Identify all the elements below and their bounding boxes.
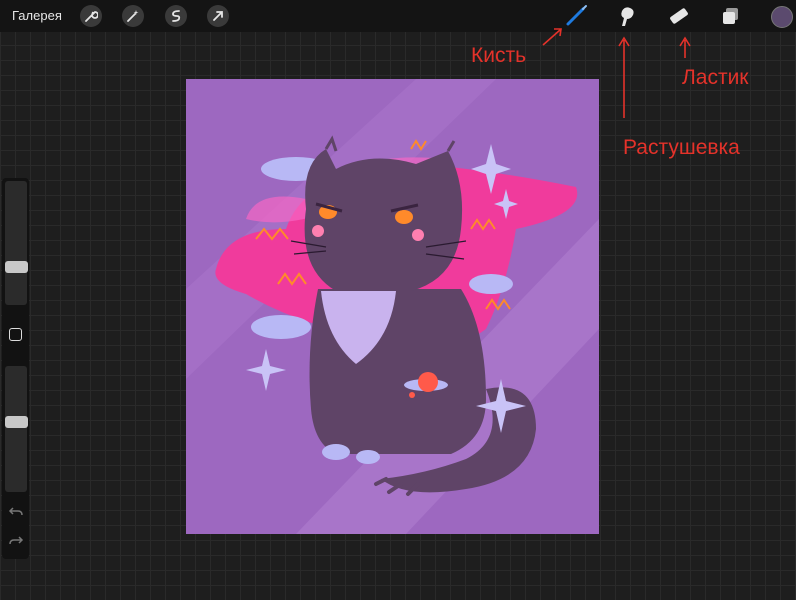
eraser-annotation: Ластик bbox=[682, 66, 749, 89]
smudge-annotation: Растушевка bbox=[623, 136, 740, 159]
brush-annotation: Кисть bbox=[471, 44, 527, 67]
annotation-arrows bbox=[542, 28, 691, 118]
